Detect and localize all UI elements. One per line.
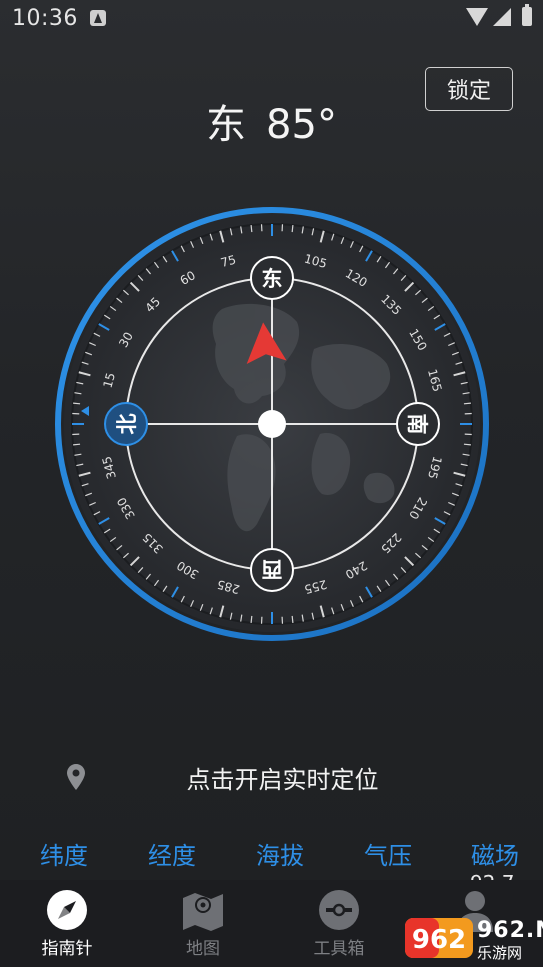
compass-tick (291, 615, 294, 623)
wifi-icon (466, 8, 488, 26)
nav-label-map: 地图 (186, 939, 220, 959)
compass-svg: 1530456075 105120135150165195210225240255… (55, 207, 489, 641)
compass-tick (463, 402, 471, 405)
cardinal-north-label: 北 (115, 414, 139, 435)
location-prompt[interactable]: 点击开启实时定位 (0, 760, 543, 795)
cardinal-east-badge: 东 (250, 256, 294, 300)
compass-icon (47, 890, 87, 930)
watermark: 962 962.NET 乐游网 (403, 914, 543, 962)
notification-a-icon (90, 10, 106, 26)
nav-item-toolbox[interactable]: 工具箱 (285, 880, 393, 967)
heading-degrees: 85° (266, 102, 337, 148)
metrics-row: 纬度 经度 海拔 气压 磁场 (0, 830, 543, 874)
battery-icon (522, 4, 532, 26)
watermark-sub: 乐游网 (477, 944, 523, 962)
compass-dial: 15 30 45 60 75 105 120 135 150 165 195 210 225 240 255… (52, 204, 492, 644)
metric-longitude-label: 经度 (148, 842, 196, 870)
cardinal-north-badge: 北 (104, 402, 148, 446)
cardinal-south-badge: 南 (396, 402, 440, 446)
nav-item-compass[interactable]: 指南针 (13, 880, 121, 967)
metric-magnetic-label: 磁场 (471, 842, 519, 870)
compass-tick (463, 443, 471, 446)
nav-label-compass: 指南针 (41, 939, 93, 959)
cardinal-east-label: 东 (262, 267, 283, 291)
heading-direction: 东 (206, 102, 247, 148)
status-bar: 10:36 (0, 0, 543, 38)
compass-app-screen: 10:36 东 85° 锁定 15 30 45 60 75 105 120 13… (0, 0, 543, 967)
map-icon (183, 893, 223, 931)
compass-tick (73, 443, 81, 446)
nav-item-map[interactable]: 地图 (149, 880, 257, 967)
metric-altitude-label: 海拔 (256, 842, 304, 870)
nav-label-toolbox: 工具箱 (313, 939, 365, 959)
compass-center-dot (258, 410, 286, 438)
location-row[interactable]: 点击开启实时定位 (0, 752, 543, 798)
svg-text:962: 962 (412, 925, 466, 955)
toolbox-icon (319, 890, 359, 930)
metric-latitude-label: 纬度 (40, 842, 88, 870)
compass-tick (250, 225, 253, 233)
lock-button[interactable]: 锁定 (425, 67, 513, 111)
compass-tick (291, 225, 294, 233)
cardinal-west-label: 西 (262, 557, 283, 581)
compass-tick (73, 402, 81, 405)
cardinal-west-badge: 西 (250, 548, 294, 592)
watermark-text: 962.NET (477, 918, 543, 943)
watermark-logo-icon: 962 (405, 918, 473, 958)
metric-pressure-label: 气压 (364, 842, 412, 870)
cardinal-south-label: 南 (405, 414, 429, 435)
status-time: 10:36 (12, 6, 78, 31)
compass-tick (250, 615, 253, 623)
signal-icon (493, 8, 511, 26)
